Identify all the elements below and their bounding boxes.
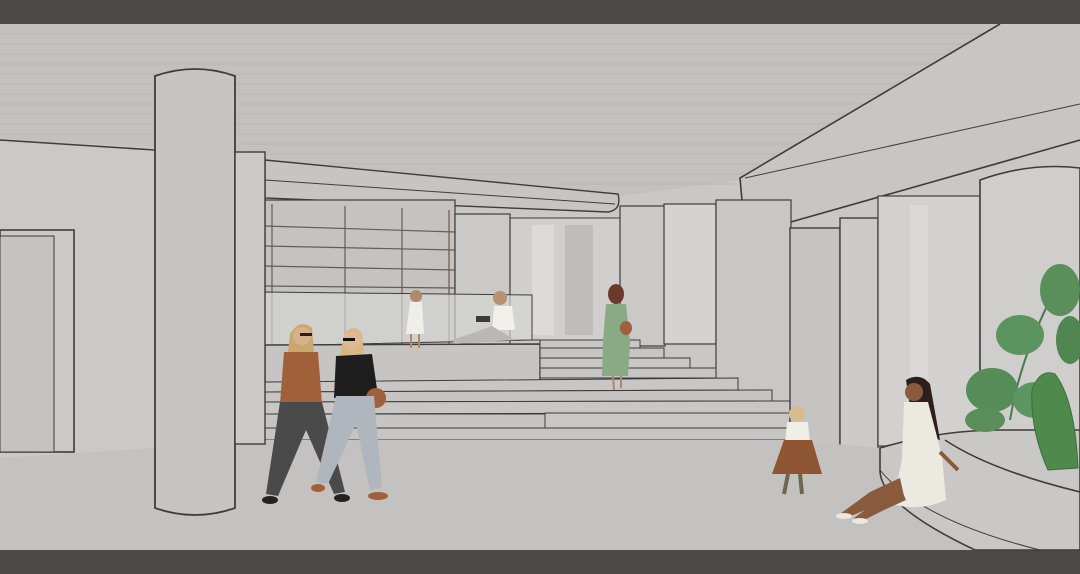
- lobby-interior-illustration: [0, 0, 1080, 574]
- round-column: [154, 68, 236, 516]
- left-wall: [0, 139, 156, 458]
- top-frame-bar: [0, 0, 1080, 24]
- wall-pier: [234, 151, 266, 445]
- elevator-door: [0, 235, 55, 453]
- bottom-frame-bar: [0, 550, 1080, 574]
